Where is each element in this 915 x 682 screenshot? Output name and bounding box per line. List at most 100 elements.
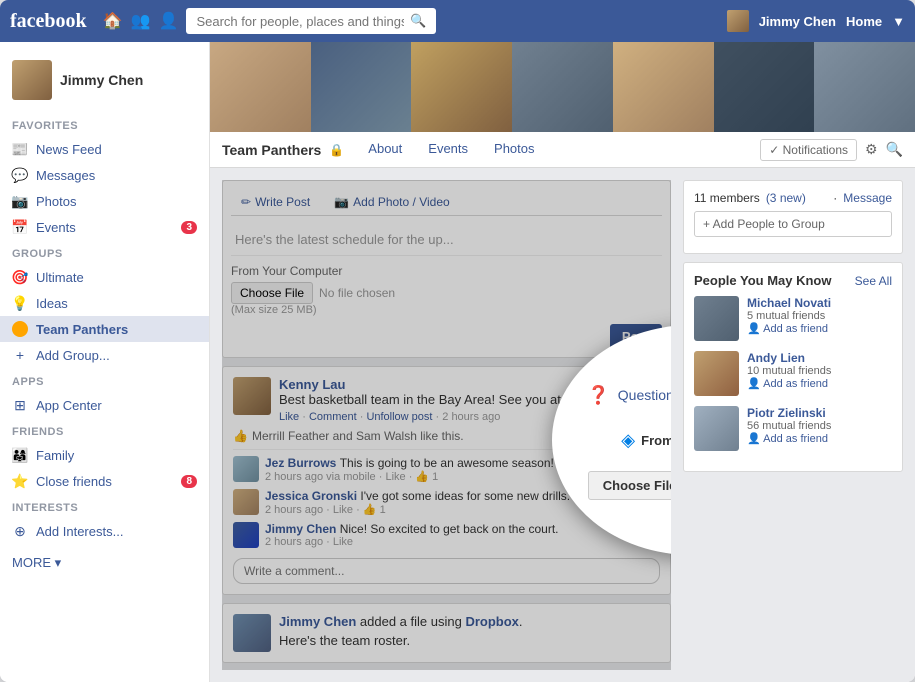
- cover-photo-5: [613, 42, 714, 132]
- sidebar-item-family[interactable]: 👨‍👩‍👧 Family: [0, 442, 209, 468]
- sidebar-item-app-center[interactable]: ⊞ App Center: [0, 392, 209, 418]
- pymk-person-info-3: Piotr Zielinski 56 mutual friends 👤 Add …: [747, 406, 831, 445]
- group-nav-tabs: About Events Photos: [356, 135, 546, 164]
- search-input[interactable]: [196, 14, 404, 29]
- sidebar-item-news-feed[interactable]: 📰 News Feed: [0, 136, 209, 162]
- cover-photo-2: [311, 42, 412, 132]
- facebook-body: Jimmy Chen FAVORITES 📰 News Feed 💬 Messa…: [0, 42, 915, 682]
- sidebar-item-ultimate[interactable]: 🎯 Ultimate: [0, 264, 209, 290]
- group-nav: Team Panthers 🔒 About Events Photos ✓ No…: [210, 132, 915, 168]
- cover-photo-3: [411, 42, 512, 132]
- events-badge: 3: [181, 221, 197, 234]
- sidebar-item-add-group[interactable]: + Add Group...: [0, 342, 209, 368]
- members-header: 11 members (3 new) · Message: [694, 191, 892, 205]
- pymk-person-name-2[interactable]: Andy Lien: [747, 351, 831, 365]
- cover-photo-area: [210, 42, 915, 132]
- profile-nav-icon[interactable]: 👤: [159, 11, 179, 31]
- sidebar-item-close-friends[interactable]: ⭐ Close friends 8: [0, 468, 209, 494]
- sidebar-item-events[interactable]: 📅 Events 3: [0, 214, 209, 240]
- sidebar-section-groups: GROUPS: [0, 240, 209, 264]
- add-people-button[interactable]: + Add People to Group: [694, 211, 892, 237]
- home-dropdown-icon[interactable]: ▼: [892, 14, 905, 29]
- header-right: Jimmy Chen Home ▼: [727, 10, 905, 32]
- pymk-person-2: Andy Lien 10 mutual friends 👤 Add as fri…: [694, 351, 892, 396]
- sidebar-item-team-panthers[interactable]: Team Panthers: [0, 316, 209, 342]
- dialog-bottom-row: Choose File Game Schedul...: [588, 471, 671, 500]
- choose-file-dialog-button[interactable]: Choose File: [588, 471, 671, 500]
- see-all-link[interactable]: See All: [855, 274, 892, 288]
- lock-icon: 🔒: [329, 143, 344, 157]
- sidebar-item-label: Events: [36, 220, 76, 235]
- cover-photos-strip: [210, 42, 915, 132]
- sidebar-user[interactable]: Jimmy Chen: [0, 52, 209, 112]
- people-you-may-know-box: People You May Know See All Michael Nova…: [683, 262, 903, 472]
- news-feed-icon: 📰: [12, 141, 28, 157]
- cover-photo-4: [512, 42, 613, 132]
- friends-nav-icon[interactable]: 👥: [131, 11, 151, 31]
- notifications-button[interactable]: ✓ Notifications: [760, 139, 857, 161]
- sidebar-item-label: Add Interests...: [36, 524, 123, 539]
- sidebar-item-photos[interactable]: 📷 Photos: [0, 188, 209, 214]
- right-column: 11 members (3 new) · Message + Add Peopl…: [683, 180, 903, 670]
- sidebar-item-label: Close friends: [36, 474, 112, 489]
- sidebar-item-label: App Center: [36, 398, 102, 413]
- header-nav-icons: 🏠 👥 👤: [103, 11, 179, 31]
- pymk-title: People You May Know: [694, 273, 831, 288]
- family-icon: 👨‍👩‍👧: [12, 447, 28, 463]
- sidebar-section-apps: APPS: [0, 368, 209, 392]
- cover-photo-7: [814, 42, 915, 132]
- pymk-add-friend-2[interactable]: 👤 Add as friend: [747, 377, 831, 390]
- settings-gear-icon[interactable]: ⚙: [865, 141, 878, 158]
- pymk-mutual-3: 56 mutual friends: [747, 420, 831, 432]
- search-group-icon[interactable]: 🔍: [886, 141, 903, 158]
- add-interests-icon: ⊕: [12, 523, 28, 539]
- tab-photos[interactable]: Photos: [482, 135, 546, 164]
- new-members-label: (3 new): [766, 191, 806, 205]
- pymk-person-3: Piotr Zielinski 56 mutual friends 👤 Add …: [694, 406, 892, 451]
- relative-container: ✏ Write Post 📷 Add Photo / Video Here's …: [222, 180, 671, 670]
- from-dropbox-row: ◈ From Your Dropbox: [605, 426, 671, 455]
- group-name[interactable]: Team Panthers: [222, 142, 321, 158]
- sidebar-section-favorites: FAVORITES: [0, 112, 209, 136]
- events-icon: 📅: [12, 219, 28, 235]
- pymk-add-friend-3[interactable]: 👤 Add as friend: [747, 432, 831, 445]
- sidebar-user-avatar: [12, 60, 52, 100]
- tab-events[interactable]: Events: [416, 135, 480, 164]
- pymk-mutual-2: 10 mutual friends: [747, 365, 831, 377]
- tab-about[interactable]: About: [356, 135, 414, 164]
- close-friends-badge: 8: [181, 475, 197, 488]
- dialog-top-options: ❓ Question 📄 Add File: [587, 380, 671, 410]
- add-group-icon: +: [12, 347, 28, 363]
- ideas-icon: 💡: [12, 295, 28, 311]
- from-dropbox-label: From Your Dropbox: [641, 433, 671, 448]
- ultimate-icon: 🎯: [12, 269, 28, 285]
- home-link[interactable]: Home: [846, 14, 882, 29]
- sidebar-item-messages[interactable]: 💬 Messages: [0, 162, 209, 188]
- sidebar-more[interactable]: MORE ▾: [0, 550, 209, 576]
- sidebar-item-add-interests[interactable]: ⊕ Add Interests...: [0, 518, 209, 544]
- sidebar-item-label: Family: [36, 448, 74, 463]
- header-user-avatar: [727, 10, 749, 32]
- pymk-person-name-3[interactable]: Piotr Zielinski: [747, 406, 831, 420]
- sidebar-item-label: Messages: [36, 168, 95, 183]
- pymk-add-friend-1[interactable]: 👤 Add as friend: [747, 322, 831, 335]
- sidebar-item-label: Team Panthers: [36, 322, 128, 337]
- main-content: Team Panthers 🔒 About Events Photos ✓ No…: [210, 42, 915, 682]
- group-nav-right: ✓ Notifications ⚙ 🔍: [760, 139, 903, 161]
- sidebar-item-label: Add Group...: [36, 348, 110, 363]
- pymk-person-name-1[interactable]: Michael Novati: [747, 296, 831, 310]
- message-link[interactable]: Message: [843, 191, 892, 205]
- pymk-avatar-1: [694, 296, 739, 341]
- sidebar-section-friends: FRIENDS: [0, 418, 209, 442]
- search-bar[interactable]: 🔍: [186, 8, 436, 34]
- question-label: Question: [618, 387, 671, 403]
- dropbox-icon: ◈: [621, 430, 635, 451]
- sidebar-item-ideas[interactable]: 💡 Ideas: [0, 290, 209, 316]
- close-friends-icon: ⭐: [12, 473, 28, 489]
- members-count: 11 members: [694, 191, 760, 205]
- question-option[interactable]: ❓ Question: [587, 385, 671, 406]
- home-nav-icon[interactable]: 🏠: [103, 11, 123, 31]
- header-user-name[interactable]: Jimmy Chen: [759, 14, 836, 29]
- pymk-person-1: Michael Novati 5 mutual friends 👤 Add as…: [694, 296, 892, 341]
- photos-icon: 📷: [12, 193, 28, 209]
